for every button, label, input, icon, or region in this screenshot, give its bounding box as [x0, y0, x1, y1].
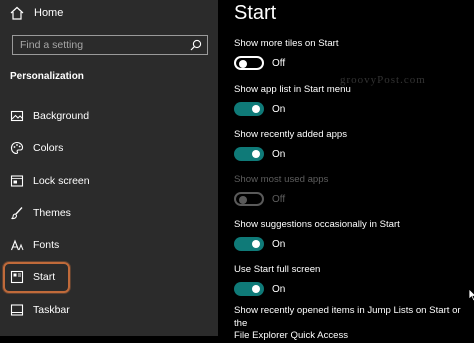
settings-window: Home Find a setting Personalization Back… — [0, 0, 474, 341]
brush-icon — [11, 207, 23, 220]
toggle-state: On — [272, 238, 286, 250]
sidebar-item-lock-screen[interactable]: Lock screen — [10, 172, 90, 190]
sidebar-item-label: Colors — [33, 142, 64, 154]
toggle-state: On — [272, 148, 286, 160]
more-tiles-toggle[interactable] — [234, 56, 264, 70]
palette-icon — [10, 141, 24, 155]
start-highlight-annotation — [3, 262, 70, 293]
sidebar-item-colors[interactable]: Colors — [10, 139, 63, 157]
search-placeholder: Find a setting — [20, 39, 84, 51]
section-title: Personalization — [10, 71, 84, 82]
mouse-cursor-icon — [468, 288, 474, 302]
sidebar-item-label: Background — [33, 110, 90, 122]
setting-app-list: Show app list in Start menu On — [234, 84, 351, 116]
toggle-state: On — [272, 283, 286, 295]
search-input[interactable]: Find a setting — [12, 35, 208, 55]
sidebar-item-taskbar[interactable]: Taskbar — [10, 301, 70, 319]
full-screen-toggle[interactable] — [234, 282, 264, 296]
sidebar-item-label: Taskbar — [33, 304, 70, 316]
home-nav[interactable]: Home — [10, 5, 63, 21]
page-title: Start — [234, 2, 277, 24]
setting-label-line1: Show recently opened items in Jump Lists… — [234, 305, 461, 329]
setting-full-screen: Use Start full screen On — [234, 264, 320, 296]
setting-suggestions: Show suggestions occasionally in Start O… — [234, 219, 400, 251]
toggle-state: On — [272, 103, 286, 115]
search-icon[interactable] — [190, 39, 202, 51]
app-list-toggle[interactable] — [234, 102, 264, 116]
toggle-state: Off — [272, 57, 286, 69]
home-icon — [10, 6, 24, 20]
sidebar-item-fonts[interactable]: Fonts — [10, 236, 59, 254]
sidebar-item-label: Lock screen — [33, 175, 90, 187]
main-panel: Start groovyPost.com Show more tiles on … — [218, 0, 474, 341]
setting-label: Show app list in Start menu — [234, 84, 351, 95]
watermark: groovyPost.com — [340, 74, 426, 86]
taskbar-icon — [10, 304, 24, 316]
home-label: Home — [34, 7, 64, 19]
most-used-toggle[interactable] — [234, 192, 264, 206]
sidebar-item-label: Fonts — [33, 239, 60, 251]
setting-jump-lists: Show recently opened items in Jump Lists… — [234, 305, 474, 343]
setting-label: Show recently added apps — [234, 129, 348, 140]
setting-label: Show most used apps — [234, 174, 329, 185]
setting-label-line2: File Explorer Quick Access — [234, 330, 349, 341]
sidebar: Home Find a setting Personalization Back… — [0, 0, 218, 336]
setting-most-used: Show most used apps Off — [234, 174, 328, 206]
setting-label: Show more tiles on Start — [234, 38, 339, 49]
image-icon — [10, 110, 24, 122]
setting-recently-added: Show recently added apps On — [234, 129, 347, 161]
suggestions-toggle[interactable] — [234, 237, 264, 251]
sidebar-item-themes[interactable]: Themes — [10, 204, 71, 222]
fonts-icon — [10, 239, 24, 251]
sidebar-item-background[interactable]: Background — [10, 107, 89, 125]
lock-screen-icon — [10, 175, 24, 187]
setting-more-tiles: Show more tiles on Start Off — [234, 38, 339, 70]
sidebar-item-label: Themes — [33, 207, 71, 219]
setting-label: Use Start full screen — [234, 264, 321, 275]
setting-label: Show suggestions occasionally in Start — [234, 219, 400, 230]
toggle-state: Off — [272, 193, 286, 205]
recently-added-toggle[interactable] — [234, 147, 264, 161]
